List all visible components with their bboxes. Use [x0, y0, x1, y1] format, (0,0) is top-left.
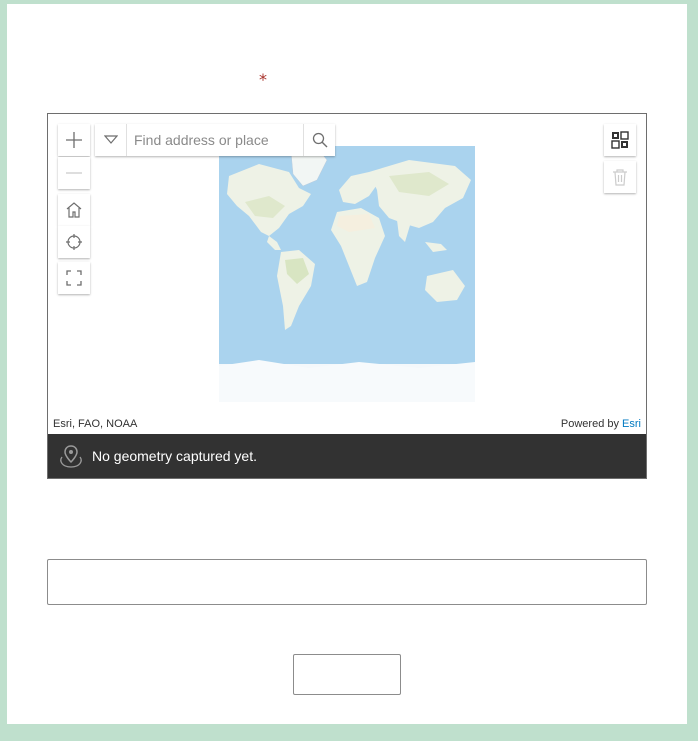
- map-attribution: Esri, FAO, NOAA: [53, 418, 138, 430]
- search-input[interactable]: [127, 124, 303, 156]
- fullscreen-button[interactable]: [58, 262, 90, 294]
- zoom-out-icon: [66, 172, 82, 174]
- map-view[interactable]: [48, 114, 646, 434]
- powered-by: Powered by Esri: [561, 418, 641, 430]
- powered-by-text: Powered by: [560, 418, 619, 430]
- zoom-in-button[interactable]: [58, 124, 90, 156]
- home-icon: [66, 202, 82, 218]
- select-icon: [611, 131, 629, 149]
- delete-button[interactable]: [604, 161, 636, 193]
- location-pin-icon: [60, 445, 82, 468]
- locate-button[interactable]: [58, 226, 90, 258]
- locate-icon: [66, 234, 82, 250]
- status-message: No geometry captured yet.: [92, 448, 257, 464]
- esri-link[interactable]: Esri: [622, 418, 641, 430]
- world-map-tile: [219, 146, 475, 402]
- select-button[interactable]: [604, 124, 636, 156]
- home-button[interactable]: [58, 194, 90, 226]
- search-widget: [95, 124, 335, 156]
- trash-icon: [613, 169, 627, 186]
- geopoint-map-widget: Esri, FAO, NOAA Powered by Esri No geome…: [47, 113, 647, 479]
- answer-text-input[interactable]: [47, 559, 647, 605]
- submit-button[interactable]: [293, 654, 401, 695]
- geometry-status-bar: No geometry captured yet.: [48, 434, 646, 478]
- search-icon: [312, 132, 327, 148]
- required-asterisk: *: [259, 70, 267, 89]
- search-button[interactable]: [303, 124, 335, 156]
- caret-down-icon: [103, 135, 118, 144]
- zoom-out-button[interactable]: [58, 157, 90, 189]
- fullscreen-icon: [66, 270, 82, 286]
- zoom-in-icon: [66, 132, 82, 148]
- search-source-dropdown[interactable]: [95, 124, 127, 156]
